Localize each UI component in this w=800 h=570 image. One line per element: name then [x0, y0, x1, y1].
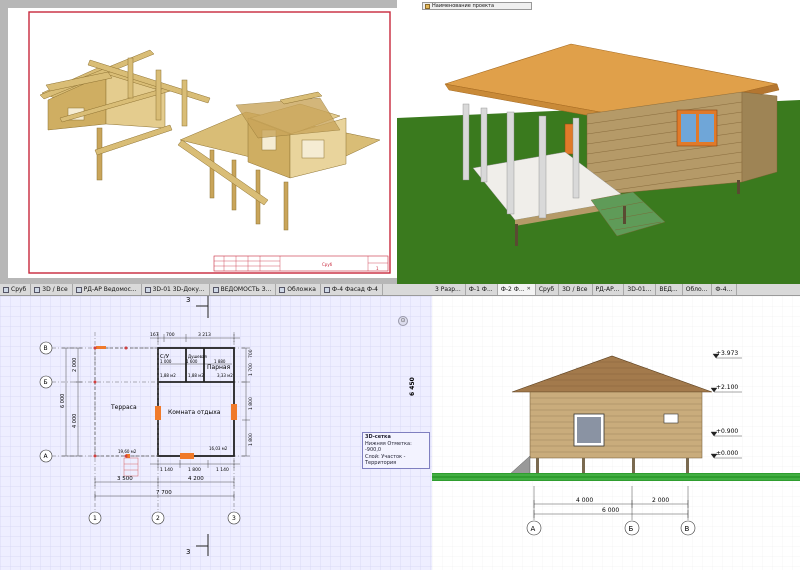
tabbar-right: 3 Разр... Ф-1 Ф... Ф-2 Ф... ✕ Сруб 3D / В…: [432, 284, 800, 296]
dim-right-total: 6 450: [409, 377, 416, 396]
dim-right-2: 1 700: [248, 363, 254, 376]
dim-left-total: 6 000: [60, 394, 66, 408]
dim-bottom-1: 1 140: [160, 467, 173, 473]
tab-f2[interactable]: Ф-2 Ф... ✕: [497, 284, 536, 295]
dim-right-3: 1 800: [248, 397, 254, 410]
dim-bottom-3: 1 140: [216, 467, 229, 473]
dim-inner-3: 1 600: [186, 359, 198, 364]
axis-col-3: 3: [232, 515, 236, 522]
tab-icon: [34, 286, 41, 293]
tab-icon: [144, 286, 151, 293]
dim-left-1: 2 000: [72, 358, 78, 372]
dim-axis-1: 3 500: [117, 476, 133, 482]
dim-top-3: 3 213: [198, 332, 211, 338]
tab-3d-all[interactable]: 3D / Все: [31, 284, 73, 295]
facade-dim-2: 2 000: [652, 497, 669, 504]
dim-right-4: 1 800: [248, 433, 254, 446]
axis-col-1: 1: [93, 515, 97, 522]
level-3: +0.900: [716, 428, 738, 435]
dim-inner-2: 1 880: [214, 359, 226, 364]
facade-dim-1: 4 000: [576, 497, 593, 504]
tab-oblozhka[interactable]: Обложка: [276, 284, 321, 295]
tab-3d-01-2[interactable]: 3D-01...: [624, 284, 657, 295]
dim-left-2: 4 000: [72, 414, 78, 428]
tab-vedomost[interactable]: ВЕДОМОСТЬ З...: [210, 284, 277, 295]
tab-3d-01[interactable]: 3D-01 3D-Доку...: [142, 284, 210, 295]
section-marker-top: 3: [186, 296, 190, 304]
tooltip-title: 3D-сетка: [365, 434, 391, 440]
tabbar-left: Сруб 3D / Все РД-АР Ведомос... 3D-01 3D-…: [0, 284, 432, 296]
room-terrace: Терраса: [110, 404, 137, 411]
level-2: +2.100: [716, 384, 738, 391]
room-rest-area: 16,03 м2: [209, 446, 228, 451]
level-0: ±0.000: [716, 450, 738, 457]
room-steam: Парная: [207, 364, 231, 371]
tab-ved-2[interactable]: ВЕД...: [656, 284, 683, 295]
level-top: +3.973: [716, 350, 738, 357]
3d-canvas: [397, 0, 800, 285]
facade-dim-total: 6 000: [602, 507, 619, 514]
facade-axis-a: А: [531, 525, 536, 533]
tab-oblo-2[interactable]: Обло...: [683, 284, 713, 295]
tab-sruб-2[interactable]: Сруб: [536, 284, 560, 295]
tab-sruб[interactable]: Сруб: [0, 284, 32, 295]
tab-icon: [323, 286, 330, 293]
tab-icon: [279, 286, 286, 293]
dim-axis-2: 4 200: [188, 476, 204, 482]
facade-log-wall: [529, 391, 703, 459]
grid-tooltip: 3D-сетка Нижняя Отметка: -900,0 Слой: Уч…: [362, 432, 430, 469]
tab-f1[interactable]: Ф-1 Ф...: [466, 284, 498, 295]
tab-3d-all-2[interactable]: 3D / Все: [559, 284, 593, 295]
axis-col-2: 2: [156, 515, 160, 522]
room-shower-area: 1,88 м2: [188, 373, 204, 378]
tab-f4-2[interactable]: Ф-4...: [712, 284, 738, 295]
facade-vent-window: [663, 413, 679, 424]
facade-pane[interactable]: +3.973 +2.100 +0.900 ±0.000 4 000 2 000 …: [432, 296, 800, 570]
room-wc-area: 1,88 м2: [160, 373, 176, 378]
tab-icon: [212, 286, 219, 293]
facade-axis-v: В: [685, 525, 690, 533]
context-menu-label: Наименование проекта: [432, 3, 495, 9]
dim-bottom-2: 1 800: [188, 467, 201, 473]
tab-rd-ar-2[interactable]: РД-АР...: [593, 284, 625, 295]
tab-icon: [3, 286, 9, 293]
facade-axis-b: Б: [629, 525, 634, 533]
tab-icon: [75, 286, 82, 293]
room-steam-area: 3,33 м2: [217, 373, 233, 378]
room-terrace-area: 19,60 м2: [118, 449, 137, 454]
3d-view-pane[interactable]: Наименование проекта: [397, 0, 800, 285]
dim-right-1: 700: [248, 349, 254, 358]
axis-row-b: Б: [44, 379, 48, 386]
tab-rd-ar[interactable]: РД-АР Ведомос...: [73, 284, 142, 295]
dim-top-1: 167: [150, 332, 159, 338]
room-rest: Комната отдыха: [168, 409, 221, 416]
tooltip-line2: Слой: Участок - Территория: [365, 453, 406, 467]
window-glass: [681, 114, 696, 142]
close-icon[interactable]: ✕: [527, 284, 531, 295]
layout-pane[interactable]: Сруб 1: [0, 0, 397, 285]
dim-top-2: 700: [166, 332, 175, 338]
title-block-label: Сруб: [322, 262, 333, 267]
axis-row-v: В: [44, 345, 48, 352]
project-icon: [425, 4, 430, 9]
navigation-control[interactable]: ⊙: [398, 316, 408, 326]
section-marker-bottom: 3: [186, 548, 190, 556]
dim-axis-total: 7 700: [156, 490, 172, 496]
layout-canvas: Сруб 1: [8, 8, 397, 278]
facade-ground: [432, 473, 800, 481]
tab-3-razrez[interactable]: 3 Разр...: [432, 284, 466, 295]
facade-canvas: +3.973 +2.100 +0.900 ±0.000 4 000 2 000 …: [432, 296, 800, 570]
tooltip-line1: Нижняя Отметка: -900,0: [365, 440, 412, 454]
tab-f4[interactable]: Ф-4 Фасад Ф-4: [321, 284, 383, 295]
context-menu-item[interactable]: Наименование проекта: [422, 2, 532, 10]
dim-inner-1: 1 000: [160, 359, 172, 364]
